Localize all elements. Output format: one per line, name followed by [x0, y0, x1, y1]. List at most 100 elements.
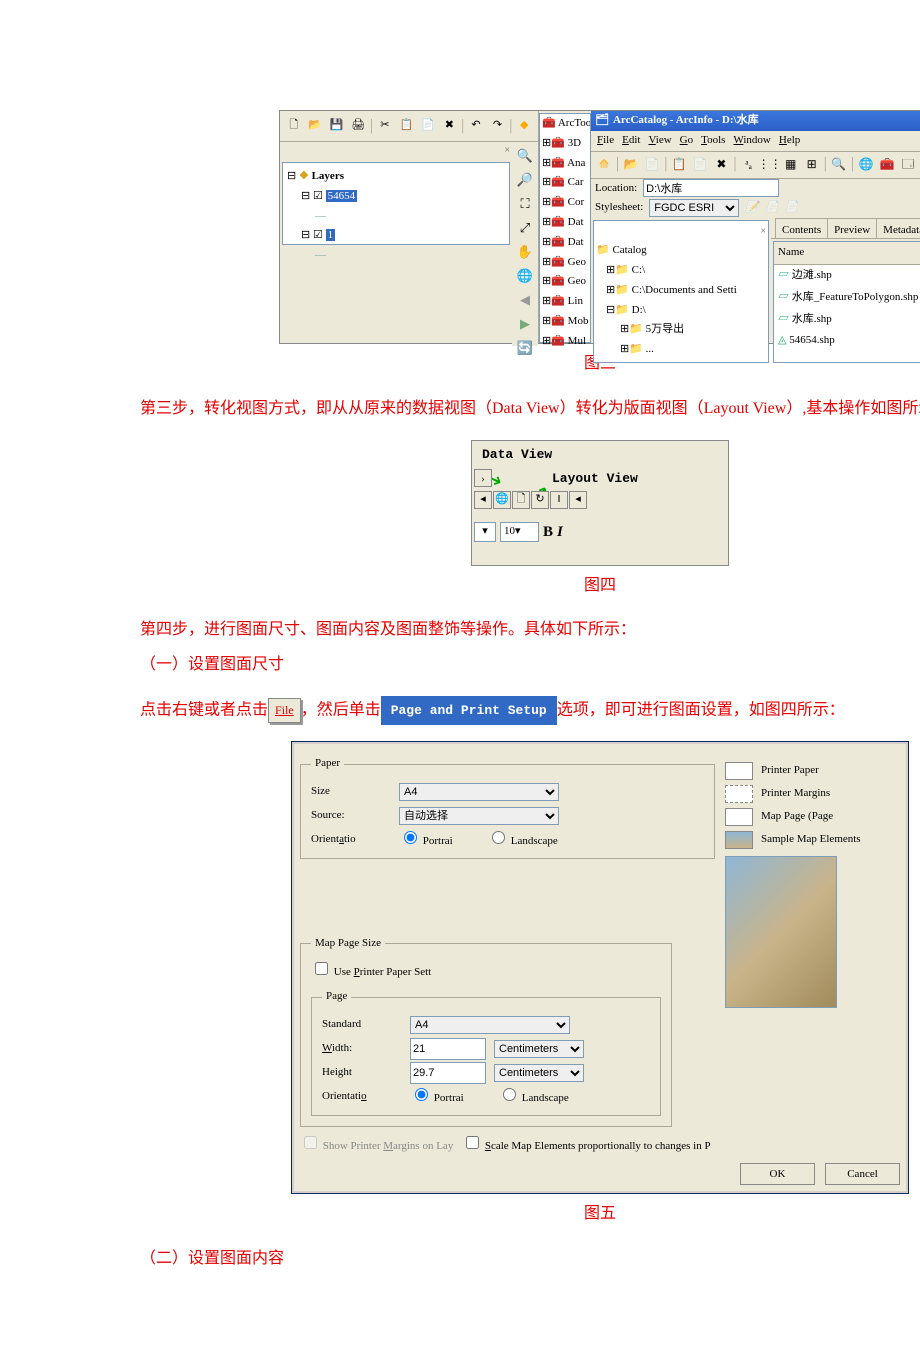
file-menu-button[interactable]: File: [268, 698, 301, 724]
details-icon[interactable]: ▦: [782, 156, 800, 174]
full-extent-icon[interactable]: ⛶: [515, 194, 535, 214]
step3-text: 第三步，转化视图方式，即从从原来的数据视图（Data View）转化为版面视图（…: [140, 395, 920, 424]
bold-button[interactable]: B: [543, 519, 553, 546]
menu-go[interactable]: Go: [680, 131, 693, 151]
tab-preview[interactable]: Preview: [827, 218, 877, 238]
stylesheet-select[interactable]: FGDC ESRI: [649, 199, 739, 217]
new-style-icon[interactable]: 📄: [765, 198, 779, 218]
style-icon3[interactable]: 📄: [785, 198, 799, 218]
expand-icon[interactable]: ›: [474, 469, 492, 487]
pan-icon[interactable]: ✋: [515, 242, 535, 262]
show-margins-checkbox: Show Printer Margins on Lay: [300, 1140, 453, 1152]
cancel-button[interactable]: Cancel: [825, 1163, 900, 1185]
back-icon[interactable]: ◀: [515, 290, 535, 310]
step4-instruction: 点击右键或者点击File，然后单击Page and Print Setup选项，…: [140, 696, 920, 725]
add-data-icon[interactable]: ◆: [514, 116, 533, 136]
standard-label: Standard: [322, 1015, 402, 1035]
data-view-icon[interactable]: 🌐: [493, 491, 511, 509]
layout-view-icon[interactable]: 🗋: [512, 491, 530, 509]
up-icon[interactable]: ⟰: [595, 156, 613, 174]
page-setup-menu-item[interactable]: Page and Print Setup: [381, 696, 557, 725]
page-portrait-radio[interactable]: Portrai: [410, 1085, 490, 1109]
list-item: ▱ 水库.shp: [774, 309, 920, 331]
orientation-label: Orientatio: [311, 830, 391, 850]
fixed-zoom-icon[interactable]: ⤢: [515, 218, 535, 238]
paper-size-select[interactable]: A4: [399, 783, 559, 801]
arctoolbox-tree[interactable]: 🧰 ArcToo ⊞🧰 3D ⊞🧰 Ana ⊞🧰 Car ⊞🧰 Cor ⊞🧰 D…: [539, 113, 591, 343]
scroll-right-icon[interactable]: ◂: [569, 491, 587, 509]
file-list[interactable]: Name ▱ 边滩.shp ▱ 水库_FeatureToPolygon.shp …: [773, 241, 920, 363]
save-icon[interactable]: 💾: [327, 116, 346, 136]
large-icons-icon[interactable]: ᵃₐ: [740, 156, 758, 174]
refresh-icon[interactable]: ↻: [531, 491, 549, 509]
disconnect-icon[interactable]: 📄: [643, 156, 661, 174]
toc-tree[interactable]: ⊟ ❖ Layers ⊟ ☑ 54654 — ⊟ ☑ 1 —: [282, 162, 510, 245]
height-input[interactable]: [410, 1062, 486, 1084]
copy2-icon[interactable]: 📋: [670, 156, 688, 174]
redo-icon[interactable]: ↷: [488, 116, 507, 136]
menu-help[interactable]: Help: [779, 131, 800, 151]
location-input[interactable]: [643, 179, 779, 197]
paste-icon[interactable]: 📄: [418, 116, 437, 136]
cut-icon[interactable]: ✂: [375, 116, 394, 136]
connect-folder-icon[interactable]: 📂: [622, 156, 640, 174]
delete2-icon[interactable]: ✖: [712, 156, 730, 174]
list-item: ▱ 水库_FeatureToPolygon.shp: [774, 287, 920, 309]
pause-icon[interactable]: ‖: [550, 491, 568, 509]
menu-edit[interactable]: Edit: [622, 131, 640, 151]
catalog-tree[interactable]: × 📁 Catalog ⊞📁 C:\ ⊞📁 C:\Documents and S…: [593, 220, 769, 363]
window-icon[interactable]: 🗔: [899, 156, 917, 174]
standard-size-select[interactable]: A4: [410, 1016, 570, 1034]
forward-icon[interactable]: ▶: [515, 314, 535, 334]
column-header-name[interactable]: Name: [774, 242, 920, 265]
menu-view[interactable]: View: [648, 131, 671, 151]
tab-contents[interactable]: Contents: [775, 218, 828, 238]
menu-bar[interactable]: File Edit View Go Tools Window Help: [591, 131, 920, 152]
page-landscape-radio[interactable]: Landscape: [498, 1085, 578, 1109]
caption-fig5: 图五: [140, 1200, 920, 1229]
print-icon[interactable]: 🖨: [348, 116, 367, 136]
list-icon[interactable]: ⋮⋮: [761, 156, 779, 174]
delete-icon[interactable]: ✖: [440, 116, 459, 136]
thumbnails-icon[interactable]: ⊞: [803, 156, 821, 174]
step4-line2: （一）设置图面尺寸: [140, 651, 920, 680]
height-unit-select[interactable]: Centimeters: [494, 1064, 584, 1082]
copy-icon[interactable]: 📋: [397, 116, 416, 136]
zoom-out-icon[interactable]: 🔎: [515, 170, 535, 190]
italic-button[interactable]: I: [557, 519, 563, 546]
paste2-icon[interactable]: 📄: [691, 156, 709, 174]
edit-style-icon[interactable]: 📝: [745, 198, 759, 218]
title-bar: 🗂 ArcCatalog - ArcInfo - D:\水库: [591, 111, 920, 131]
globe-icon[interactable]: 🌐: [515, 266, 535, 286]
use-printer-checkbox[interactable]: Use Printer Paper Sett: [311, 966, 431, 978]
toolbox-icon[interactable]: 🧰: [878, 156, 896, 174]
width-unit-select[interactable]: Centimeters: [494, 1040, 584, 1058]
figure-view-switch: Data View Layout View ↗ ↗ › ◂ 🌐 🗋 ↻ ‖ ◂ …: [471, 440, 729, 566]
ok-button[interactable]: OK: [740, 1163, 815, 1185]
new-icon[interactable]: 🗋: [284, 116, 303, 136]
font-size-select[interactable]: 10 ▾: [500, 522, 539, 542]
open-icon[interactable]: 📂: [305, 116, 324, 136]
caption-fig4: 图四: [140, 572, 920, 601]
source-select[interactable]: 自动选择: [399, 807, 559, 825]
scroll-left-icon[interactable]: ◂: [474, 491, 492, 509]
portrait-radio[interactable]: Portrai: [399, 828, 479, 852]
arcmap-icon[interactable]: 🌐: [857, 156, 875, 174]
printer-paper-label: Printer Paper: [761, 761, 819, 781]
arcmap-toolbar: 🗋 📂 💾 🖨 | ✂ 📋 📄 ✖ | ↶ ↷ | ◆: [280, 111, 538, 142]
refresh-icon[interactable]: 🔄: [515, 338, 535, 358]
undo-icon[interactable]: ↶: [466, 116, 485, 136]
layout-view-label: Layout View: [552, 467, 638, 490]
menu-file[interactable]: File: [597, 131, 614, 151]
dropdown-icon[interactable]: ▾: [474, 522, 496, 542]
landscape-radio[interactable]: Landscape: [487, 828, 567, 852]
tab-metadata[interactable]: Metadata: [876, 218, 920, 238]
scale-elements-checkbox[interactable]: Scale Map Elements proportionally to cha…: [462, 1140, 711, 1152]
search-icon[interactable]: 🔍: [830, 156, 848, 174]
width-input[interactable]: [410, 1038, 486, 1060]
step4-line1: 第四步，进行图面尺寸、图面内容及图面整饰等操作。具体如下所示：: [140, 616, 920, 645]
menu-window[interactable]: Window: [733, 131, 770, 151]
zoom-in-icon[interactable]: 🔍: [515, 146, 535, 166]
location-label: Location:: [595, 179, 637, 199]
menu-tools[interactable]: Tools: [701, 131, 725, 151]
